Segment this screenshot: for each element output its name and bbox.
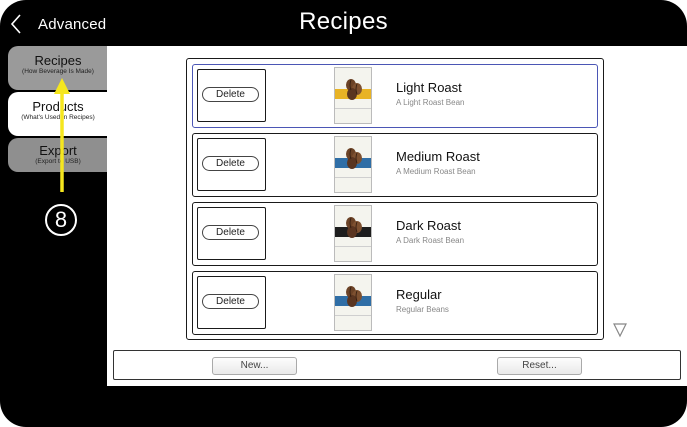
page-title: Recipes: [299, 8, 388, 35]
recipe-thumbnail: [334, 205, 372, 262]
recipe-description: A Light Roast Bean: [396, 98, 465, 107]
recipe-description: A Dark Roast Bean: [396, 236, 465, 245]
thumbnail-line: [335, 246, 371, 247]
recipe-row-medium-roast[interactable]: Delete Medium Roast A Medium Roast Bean: [192, 133, 598, 197]
thumbnail-line: [335, 315, 371, 316]
recipe-description: A Medium Roast Bean: [396, 167, 476, 176]
device-frame: Advanced Recipes Recipes (How Beverage I…: [0, 0, 687, 427]
recipe-thumbnail: [334, 67, 372, 124]
recipe-row-light-roast[interactable]: Delete Light Roast A Light Roast Bean: [192, 64, 598, 128]
main-content: Delete Light Roast A Light Roast Bean De…: [107, 46, 687, 386]
delete-button[interactable]: Delete: [202, 156, 259, 171]
delete-area: Delete: [197, 69, 266, 122]
delete-button[interactable]: Delete: [202, 87, 259, 102]
recipe-name: Dark Roast: [396, 218, 462, 233]
action-bar: New... Reset...: [113, 350, 681, 380]
step-badge: 8: [45, 204, 77, 236]
recipe-list: Delete Light Roast A Light Roast Bean De…: [186, 58, 604, 340]
delete-area: Delete: [197, 138, 266, 191]
reset-button[interactable]: Reset...: [497, 357, 582, 375]
tab-recipes-title: Recipes: [34, 53, 82, 68]
recipe-name: Light Roast: [396, 80, 462, 95]
annotation-arrow-icon: [54, 78, 70, 192]
coffee-beans-icon: [346, 79, 362, 100]
recipe-description: Regular Beans: [396, 305, 449, 314]
scroll-down-icon[interactable]: [612, 322, 628, 338]
recipe-row-regular[interactable]: Delete Regular Regular Beans: [192, 271, 598, 335]
tab-recipes-subtitle: (How Beverage Is Made): [22, 68, 94, 75]
thumbnail-line: [335, 177, 371, 178]
new-button[interactable]: New...: [212, 357, 297, 375]
delete-button[interactable]: Delete: [202, 294, 259, 309]
delete-button[interactable]: Delete: [202, 225, 259, 240]
thumbnail-line: [335, 108, 371, 109]
delete-area: Delete: [197, 276, 266, 329]
recipe-row-dark-roast[interactable]: Delete Dark Roast A Dark Roast Bean: [192, 202, 598, 266]
coffee-beans-icon: [346, 217, 362, 238]
coffee-beans-icon: [346, 148, 362, 169]
coffee-beans-icon: [346, 286, 362, 307]
delete-area: Delete: [197, 207, 266, 260]
recipe-thumbnail: [334, 136, 372, 193]
recipe-name: Medium Roast: [396, 149, 480, 164]
recipe-name: Regular: [396, 287, 442, 302]
recipe-thumbnail: [334, 274, 372, 331]
